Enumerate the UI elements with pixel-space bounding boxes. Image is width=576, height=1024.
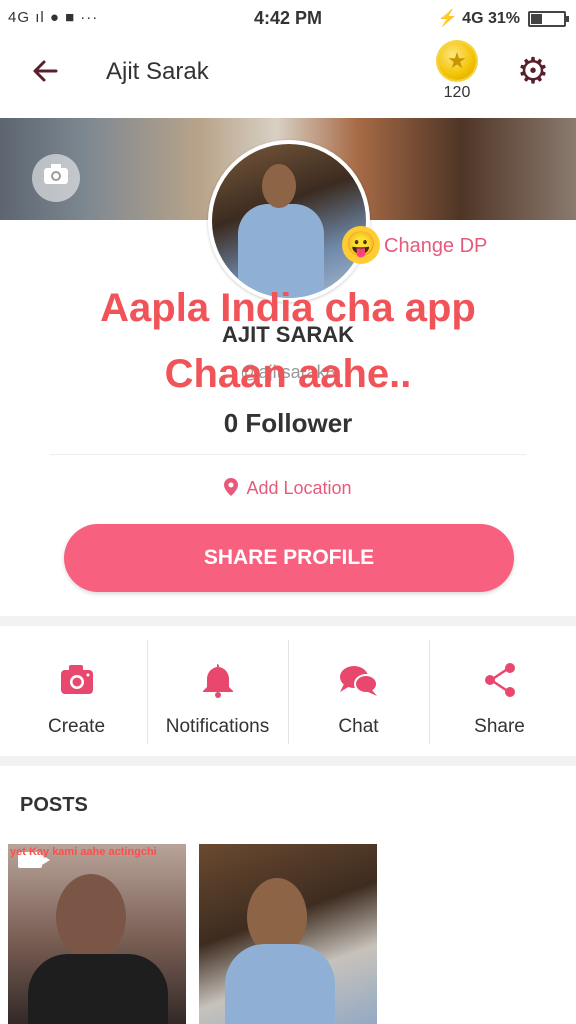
camera-svg — [44, 164, 68, 184]
coin-count: 120 — [443, 84, 471, 101]
follower-count[interactable]: 0 Follower — [0, 408, 576, 439]
action-chat[interactable]: Chat — [288, 626, 429, 756]
page-title: Ajit Sarak — [106, 58, 209, 85]
divider — [50, 454, 526, 455]
change-dp-label: Change DP — [384, 235, 488, 257]
mute-icon: ⚡ — [437, 10, 458, 27]
action-label-chat: Chat — [338, 716, 379, 737]
share-profile-button[interactable]: SHARE PROFILE — [64, 524, 514, 592]
emoji-icon: 😛 — [342, 226, 380, 264]
posts-section: POSTS yet Kay kami aahe actingchi — [0, 766, 576, 1024]
posts-title: POSTS — [20, 794, 88, 816]
avatar[interactable] — [208, 140, 370, 302]
share-icon — [429, 662, 570, 698]
status-right: ⚡ 4G 31% — [438, 8, 520, 28]
network-label: 4G — [462, 10, 484, 27]
post-thumbnail[interactable]: yet Kay kami aahe actingchi — [8, 844, 186, 1024]
action-label-create: Create — [47, 716, 106, 737]
action-label-notifications: Notifications — [165, 716, 270, 737]
back-arrow-icon[interactable] — [28, 56, 62, 90]
action-label-share: Share — [474, 716, 525, 737]
coin-icon[interactable]: ★ — [438, 42, 476, 80]
battery-percent: 31% — [487, 10, 520, 27]
avatar-head — [262, 164, 296, 208]
post-caption: yet Kay kami aahe actingchi — [10, 846, 157, 858]
action-create[interactable]: Create — [6, 626, 147, 756]
status-bar: 4G ıl ● ■ ··· 4:42 PM ⚡ 4G 31% — [0, 0, 576, 36]
overlay-text-line1: Aapla India cha app — [100, 286, 476, 330]
post-face — [56, 874, 126, 960]
post-thumbnail[interactable] — [199, 844, 377, 1024]
chat-icon — [288, 662, 429, 698]
location-pin-icon — [224, 478, 239, 496]
add-location-link[interactable]: Add Location — [0, 478, 576, 499]
add-location-label: Add Location — [246, 478, 352, 498]
post-shirt — [28, 954, 168, 1024]
app-bar: Ajit Sarak ★ 120 ⚙ — [0, 36, 576, 118]
action-row: Create Notifications Chat Share — [0, 626, 576, 756]
action-share[interactable]: Share — [429, 626, 570, 756]
post-shirt — [225, 944, 335, 1024]
gear-icon[interactable]: ⚙ — [514, 52, 552, 90]
back-arrow-svg — [33, 60, 58, 82]
camera-icon — [6, 662, 147, 698]
action-notifications[interactable]: Notifications — [147, 626, 288, 756]
battery-fill — [531, 14, 542, 24]
bell-icon — [147, 662, 288, 698]
cover-camera-icon[interactable] — [32, 154, 80, 202]
battery-icon — [528, 11, 569, 27]
overlay-text-line2: Chaan aahe.. — [164, 352, 412, 396]
